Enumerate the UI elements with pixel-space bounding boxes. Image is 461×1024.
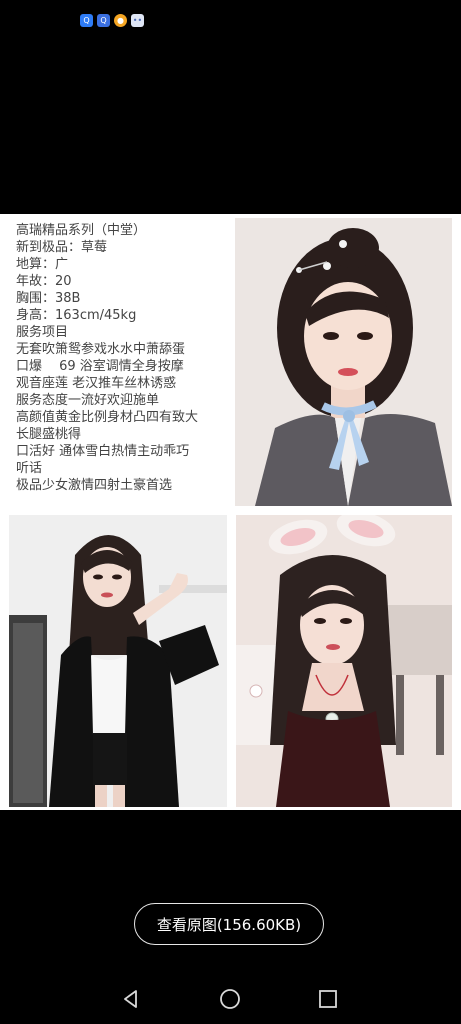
- portrait-2-illustration: [9, 515, 227, 807]
- app-notification-icon: Q: [80, 14, 93, 27]
- portrait-1-illustration: [235, 218, 452, 506]
- nav-home-button[interactable]: [218, 987, 242, 1011]
- system-navigation-bar: [0, 975, 461, 1024]
- poster-line: 身高：163cm/45kg: [16, 308, 137, 323]
- portrait-photo-2: [9, 515, 227, 807]
- poster-line: 无套吹箫鸳参戏水水中萧舔蛋: [16, 342, 186, 357]
- nav-recents-button[interactable]: [316, 987, 340, 1011]
- view-original-label: 查看原图(156.60KB): [156, 915, 302, 934]
- poster-line: 服务项目: [16, 325, 69, 340]
- poster-line: 胸围：38B: [16, 291, 81, 306]
- poster-line: 服务态度一流好欢迎施单: [16, 393, 160, 408]
- poster-line: 地算：广: [16, 257, 69, 272]
- browser-icon: ●: [114, 14, 127, 27]
- status-bar: Q Q ● ••: [0, 0, 461, 40]
- portrait-photo-3: [236, 515, 452, 807]
- portrait-photo-1: [235, 218, 452, 506]
- app-notification-icon: Q: [97, 14, 110, 27]
- displayed-image[interactable]: 高瑞精品系列（中堂） 新到极品：草莓 地算：广 年故：20 胸围：38B 身高：…: [0, 214, 461, 810]
- home-circle-icon: [220, 989, 240, 1009]
- nav-back-button[interactable]: [119, 987, 143, 1011]
- poster-line: 年故：20: [16, 274, 72, 289]
- poster-line: 极品少女激情四射土豪首选: [16, 478, 173, 493]
- poster-line: 口爆 69 浴室调情全身按摩: [16, 359, 184, 374]
- poster-line: 新到极品：草莓: [16, 240, 108, 255]
- poster-line: 观音座莲 老汉推车丝林诱惑: [16, 376, 177, 391]
- notification-icons: Q Q ● ••: [80, 14, 144, 27]
- poster-line: 高瑞精品系列（中堂）: [16, 223, 147, 238]
- poster-line: 长腿盛桃得: [16, 427, 82, 442]
- image-viewer-screen: Q Q ● •• 高瑞精品系列（中堂） 新到极品：草莓 地算：广 年故：20 胸…: [0, 0, 461, 1024]
- poster-text: 高瑞精品系列（中堂） 新到极品：草莓 地算：广 年故：20 胸围：38B 身高：…: [16, 222, 230, 494]
- portrait-3-illustration: [236, 515, 452, 807]
- recents-square-icon: [319, 990, 337, 1008]
- back-triangle-icon: [124, 990, 137, 1008]
- poster-line: 口活好 通体雪白热情主动乖巧: [16, 444, 190, 459]
- poster-line: 听话: [16, 461, 43, 476]
- poster-line: 高颜值黄金比例身材凸四有致大: [16, 410, 199, 425]
- view-original-button[interactable]: 查看原图(156.60KB): [134, 903, 324, 945]
- chat-icon: ••: [131, 14, 144, 27]
